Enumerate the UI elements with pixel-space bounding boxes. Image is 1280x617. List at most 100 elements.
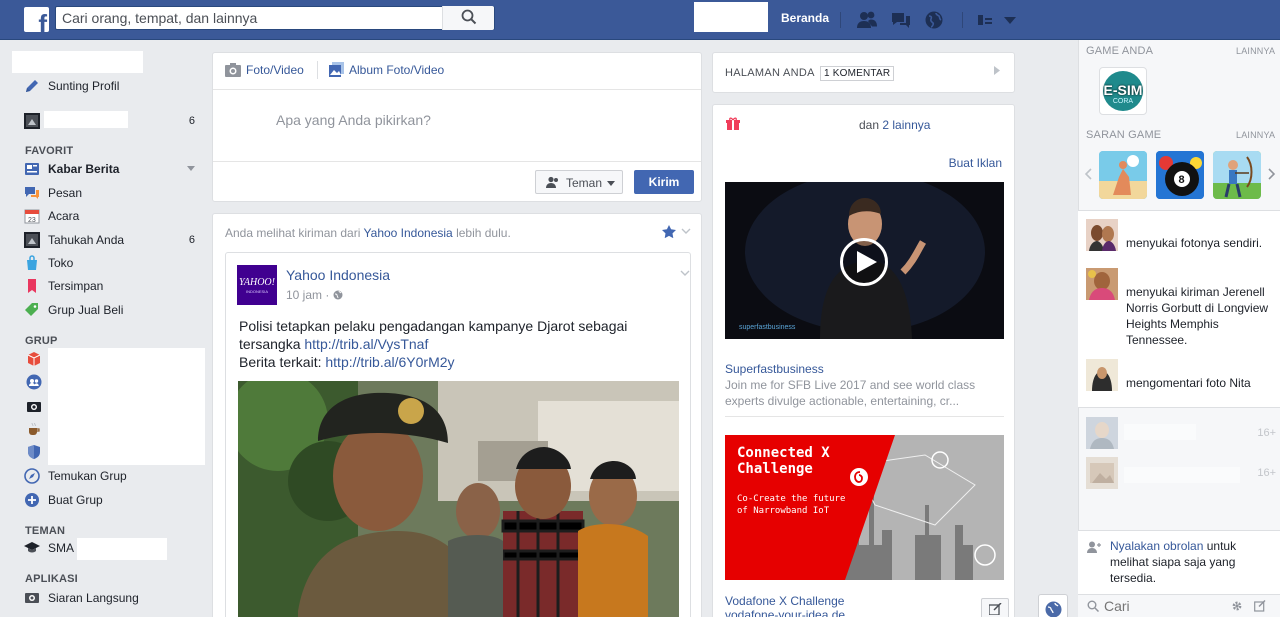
favorites-heading: FAVORIT — [25, 145, 74, 157]
ticker-name-redacted — [1124, 268, 1244, 284]
others-link[interactable]: 2 lainnya — [882, 118, 930, 132]
friends-icon — [546, 176, 558, 188]
contact-avatar — [1086, 457, 1118, 489]
chevron-right-icon — [994, 66, 1000, 75]
post-timestamp[interactable]: 10 jam · — [286, 288, 343, 302]
your-games-heading: GAME ANDA — [1086, 45, 1154, 57]
create-group-link[interactable]: Buat Grup — [24, 490, 200, 510]
post-options-chevron-down-icon[interactable] — [680, 270, 690, 276]
ticker-item[interactable]: menyukai fotonya sendiri. — [1086, 219, 1276, 255]
edit-profile-link[interactable]: Sunting Profil — [24, 76, 200, 96]
sidebar-item-shop[interactable]: Toko — [24, 253, 200, 273]
live-video-icon — [25, 593, 39, 603]
find-groups-link[interactable]: Temukan Grup — [24, 466, 200, 486]
sidebar-item-events[interactable]: 23 Acara — [24, 206, 200, 226]
game-tile-esim[interactable]: E-SIM CORA — [1099, 67, 1147, 115]
ticker-avatar — [1086, 359, 1118, 391]
nav-divider — [840, 12, 841, 28]
compose-icon — [989, 603, 1002, 615]
game-tile-archery[interactable] — [1213, 151, 1261, 199]
app-thumbnail-icon — [24, 232, 40, 248]
your-pages-box[interactable]: HALAMAN ANDA 1 KOMENTAR — [712, 52, 1015, 93]
post-link-1[interactable]: http://trib.al/VysTnaf — [304, 336, 428, 352]
yahoo-indonesia-avatar[interactable]: YAHOO! INDONESIA — [237, 265, 277, 305]
left-navigation: Sunting Profil 6 FAVORIT Kabar Berita Pe… — [0, 40, 212, 617]
ad-2-url[interactable]: vodafone-your-idea.de — [725, 608, 845, 617]
group-cube-icon[interactable] — [26, 351, 42, 367]
profile-name-redacted[interactable] — [12, 51, 143, 73]
tab-photo-album[interactable]: Album Foto/Video — [329, 61, 469, 81]
chevron-down-icon[interactable] — [187, 166, 195, 172]
home-link[interactable]: Beranda — [781, 11, 829, 25]
sidebar-item-saved[interactable]: Tersimpan — [24, 276, 200, 296]
chat-contact[interactable]: 16+ — [1086, 457, 1276, 493]
story-options-chevron-down-icon[interactable] — [681, 228, 691, 234]
ticker-name-redacted — [1124, 219, 1232, 235]
suggested-games-heading: SARAN GAME — [1086, 129, 1162, 141]
ad-1-title-link[interactable]: Superfastbusiness — [725, 362, 824, 376]
see-first-notice: Anda melihat kiriman dari Yahoo Indonesi… — [225, 226, 511, 240]
svg-text:8: 8 — [1179, 174, 1185, 186]
facebook-logo-icon[interactable]: f — [24, 7, 49, 32]
globe-icon — [1045, 601, 1062, 617]
page-shortcut[interactable]: 6 — [24, 111, 200, 131]
svg-text:superfastbusiness: superfastbusiness — [739, 324, 796, 331]
group-shield-icon[interactable] — [26, 444, 42, 460]
post-link-2[interactable]: http://trib.al/6Y0rM2y — [325, 354, 454, 370]
audience-selector[interactable]: Teman — [535, 170, 623, 194]
notifications-globe-icon[interactable] — [923, 10, 945, 30]
status-input[interactable]: Apa yang Anda pikirkan? — [276, 112, 431, 128]
chat-settings-gear-icon[interactable] — [1231, 600, 1243, 612]
profile-name-link[interactable] — [694, 2, 768, 32]
sidebar-item-buy-sell-group[interactable]: Grup Jual Beli — [24, 300, 200, 320]
chat-contact[interactable]: 16+ — [1086, 417, 1276, 453]
tab-photo-video[interactable]: Foto/Video — [225, 61, 335, 81]
price-tag-icon — [25, 303, 38, 316]
chevron-down-icon — [607, 181, 615, 186]
shared-post: YAHOO! INDONESIA Yahoo Indonesia 10 jam … — [225, 252, 691, 617]
suggested-more-link[interactable]: LAINNYA — [1236, 130, 1275, 140]
chat-options-button[interactable] — [1038, 594, 1068, 617]
sidebar-item-messages[interactable]: Pesan — [24, 183, 200, 203]
ad-1-video[interactable]: superfastbusiness — [725, 182, 1004, 339]
games-more-link[interactable]: LAINNYA — [1236, 46, 1275, 56]
compose-message-button[interactable] — [981, 598, 1009, 617]
divider — [725, 416, 1004, 417]
ticker-item[interactable]: mengomentari foto Nita — [1086, 359, 1276, 404]
sidebar-item-live-video[interactable]: Siaran Langsung — [24, 588, 200, 608]
post-author-link[interactable]: Yahoo Indonesia — [286, 267, 390, 283]
messages-icon[interactable] — [890, 10, 912, 30]
ticker-item[interactable]: menyukai kiriman Jerenell Norris Gorbutt… — [1086, 268, 1276, 348]
post-button[interactable]: Kirim — [634, 170, 694, 194]
chat-search-input[interactable] — [1104, 597, 1224, 615]
sidebar-item-news-feed[interactable]: Kabar Berita — [24, 159, 200, 179]
ad-2-title-link[interactable]: Vodafone X Challenge — [725, 594, 844, 608]
search-button[interactable] — [442, 6, 494, 30]
new-message-compose-icon[interactable] — [1254, 600, 1266, 612]
friend-list-item[interactable]: SMA — [24, 538, 200, 560]
group-camera-icon[interactable] — [26, 398, 42, 414]
turn-on-chat-link[interactable]: Nyalakan obrolan — [1110, 539, 1203, 553]
page-thumbnail-icon — [24, 113, 40, 129]
account-menu-chevron-down-icon[interactable] — [1000, 10, 1022, 30]
see-first-star-icon[interactable] — [662, 225, 676, 238]
beach-volleyball-game-icon — [1099, 151, 1147, 199]
game-tile-8-ball-pool[interactable]: 8 — [1156, 151, 1204, 199]
contact-avatar — [1086, 417, 1118, 449]
game-tile-volleyball[interactable] — [1099, 151, 1147, 199]
group-people-icon[interactable] — [26, 374, 42, 390]
nav-divider — [962, 12, 963, 28]
sidebar-item-did-you-know[interactable]: Tahukah Anda 6 — [24, 230, 200, 250]
ticker-name-redacted — [1124, 359, 1226, 375]
create-ad-link[interactable]: Buat Iklan — [949, 156, 1002, 170]
ad-2-image[interactable]: Connected X Challenge Co-Create the futu… — [725, 435, 1004, 580]
search-input[interactable] — [56, 7, 451, 29]
see-first-source-link[interactable]: Yahoo Indonesia — [364, 226, 453, 240]
group-coffee-icon[interactable] — [26, 421, 42, 437]
friend-requests-icon[interactable] — [856, 10, 878, 30]
carousel-prev-chevron-icon[interactable] — [1084, 168, 1092, 180]
privacy-shortcuts-icon[interactable] — [976, 10, 998, 30]
carousel-next-chevron-icon[interactable] — [1268, 168, 1276, 180]
play-button[interactable] — [840, 238, 888, 286]
post-photo[interactable] — [238, 381, 679, 617]
